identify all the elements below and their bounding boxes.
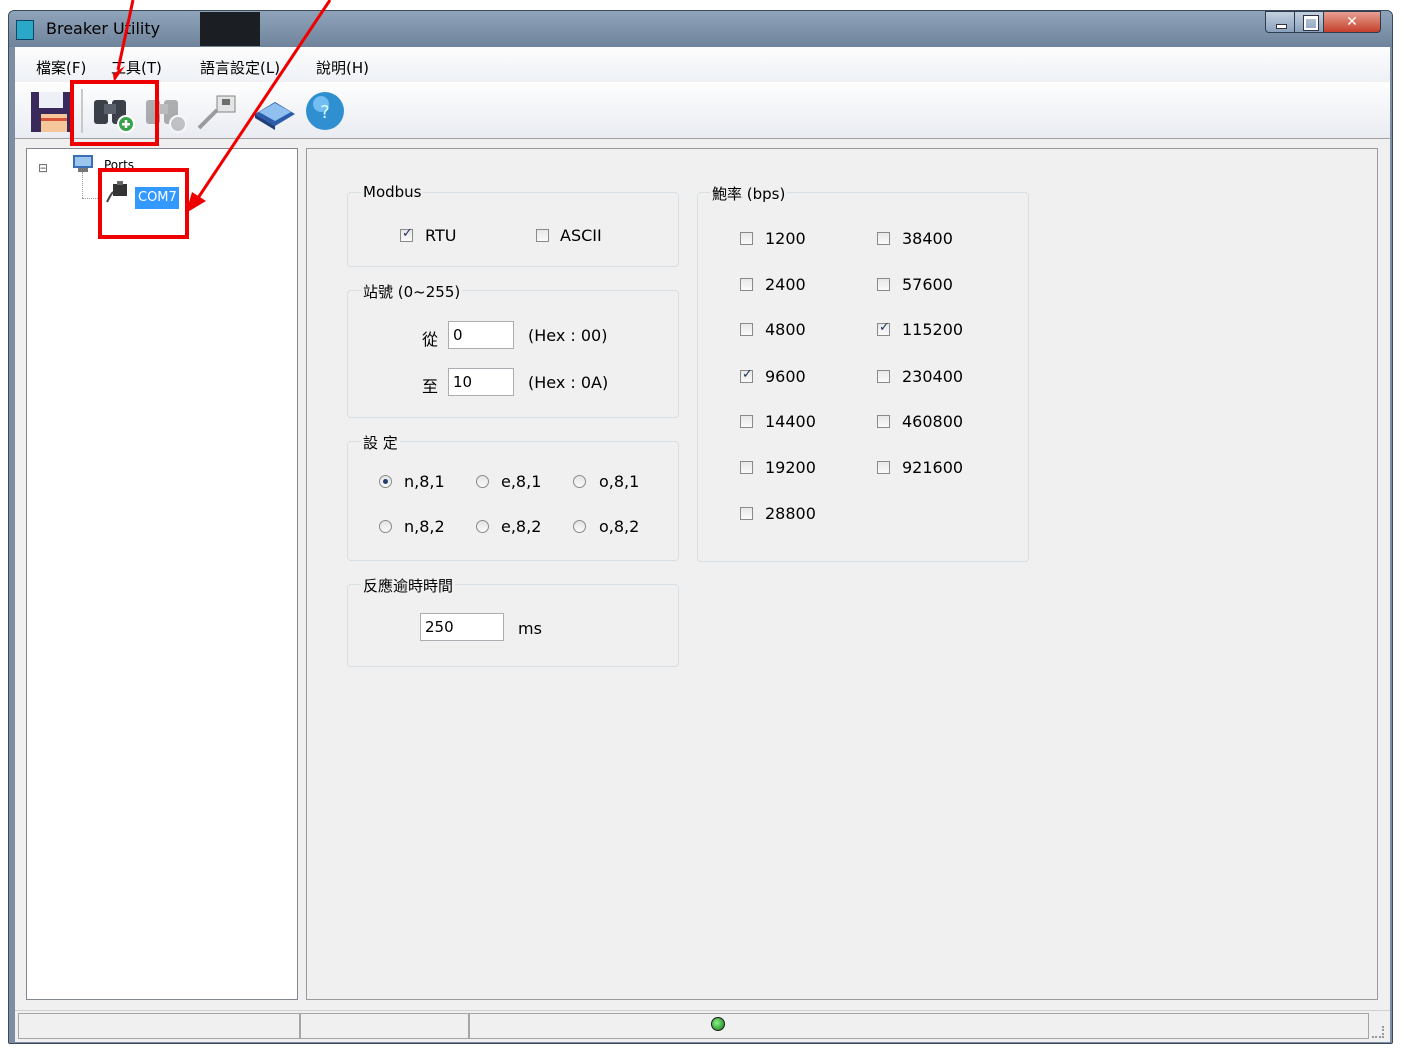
baud-9600-label: 9600 — [765, 367, 806, 386]
settings-group-title: 設 定 — [361, 432, 400, 453]
station-from-input[interactable]: 0 — [448, 321, 514, 349]
baud-4800-label: 4800 — [765, 320, 806, 339]
radio-n81-label: n,8,1 — [404, 472, 445, 491]
status-led-icon — [711, 1017, 725, 1031]
radio-e82[interactable] — [476, 520, 489, 533]
baud-57600-label: 57600 — [902, 275, 953, 294]
resize-grip-icon[interactable] — [1372, 1026, 1384, 1038]
radio-o81[interactable] — [573, 475, 586, 488]
panel-edge — [1378, 148, 1390, 1000]
baud-19200-checkbox[interactable] — [740, 461, 753, 474]
baud-230400-label: 230400 — [902, 367, 964, 386]
radio-o81-label: o,8,1 — [599, 472, 640, 491]
timeout-group — [347, 584, 679, 667]
radio-e81-label: e,8,1 — [501, 472, 542, 491]
baud-28800-label: 28800 — [765, 504, 816, 523]
baud-9600-checkbox[interactable] — [740, 367, 753, 383]
station-to-hex: (Hex : 0A) — [528, 373, 609, 392]
radio-n82-label: n,8,2 — [404, 517, 445, 536]
annotation-arrows — [113, 0, 332, 213]
station-group-title: 站號 (0~255) — [361, 281, 463, 302]
status-segment-2 — [300, 1013, 469, 1039]
radio-n82[interactable] — [379, 520, 392, 533]
port-tree — [26, 148, 298, 1000]
timeout-input[interactable]: 250 — [420, 613, 504, 641]
radio-o82[interactable] — [573, 520, 586, 533]
baud-460800-checkbox[interactable] — [877, 415, 890, 428]
baud-921600-label: 921600 — [902, 458, 964, 477]
status-segment-1 — [18, 1013, 300, 1039]
timeout-group-title: 反應逾時時間 — [361, 575, 456, 596]
baud-28800-checkbox[interactable] — [740, 507, 753, 520]
radio-e82-label: e,8,2 — [501, 517, 542, 536]
settings-group — [347, 441, 679, 561]
baud-115200-label: 115200 — [902, 320, 964, 339]
baud-230400-checkbox[interactable] — [877, 370, 890, 383]
station-from-label: 從 — [422, 330, 439, 349]
radio-n81[interactable] — [379, 475, 392, 488]
baud-2400-label: 2400 — [765, 275, 806, 294]
baud-14400-label: 14400 — [765, 412, 816, 431]
station-group — [347, 290, 679, 418]
timeout-unit: ms — [518, 619, 542, 638]
baud-460800-label: 460800 — [902, 412, 964, 431]
status-segment-3 — [469, 1013, 1369, 1039]
radio-e81[interactable] — [476, 475, 489, 488]
radio-o82-label: o,8,2 — [599, 517, 640, 536]
station-to-input[interactable]: 10 — [448, 368, 514, 396]
baud-115200-checkbox[interactable] — [877, 320, 890, 336]
baud-14400-checkbox[interactable] — [740, 415, 753, 428]
baud-921600-checkbox[interactable] — [877, 461, 890, 474]
station-from-hex: (Hex : 00) — [528, 326, 608, 345]
baud-4800-checkbox[interactable] — [740, 323, 753, 336]
baud-19200-label: 19200 — [765, 458, 816, 477]
baud-57600-checkbox[interactable] — [877, 278, 890, 291]
baud-2400-checkbox[interactable] — [740, 278, 753, 291]
station-to-label: 至 — [422, 377, 439, 396]
